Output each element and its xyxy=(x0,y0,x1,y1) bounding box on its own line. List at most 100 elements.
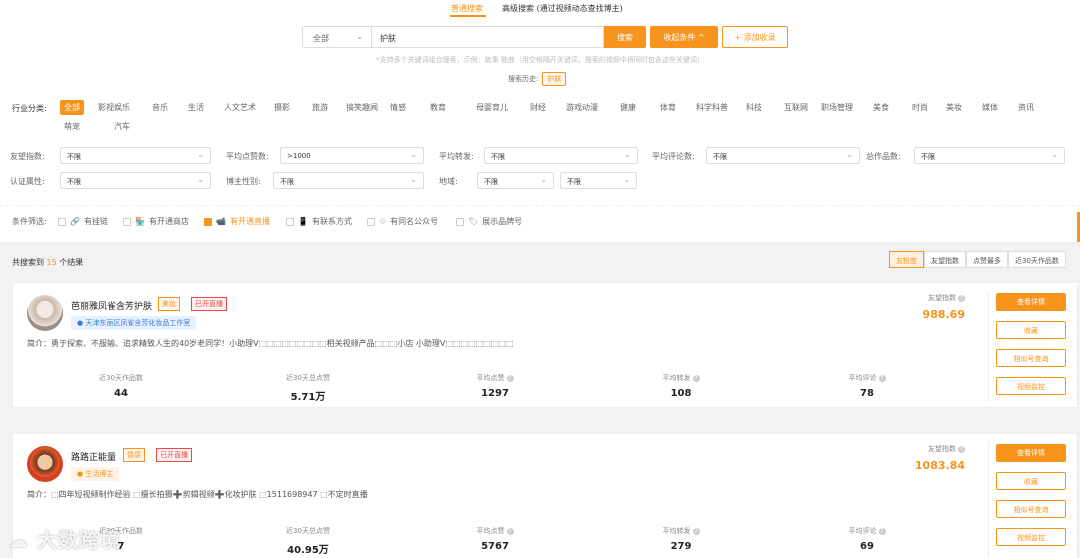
industry-item[interactable]: 音乐 xyxy=(148,100,172,115)
favorite-button[interactable]: 收藏 xyxy=(996,472,1066,490)
filter-select[interactable]: >1000 ⌄ xyxy=(280,147,424,164)
industry-item[interactable]: 母婴育儿 xyxy=(472,100,512,115)
filter-label: 认证属性: xyxy=(10,177,45,186)
condition-icon: 🏪 xyxy=(135,217,145,226)
filter-value: 不限 xyxy=(280,178,294,186)
condition-checkbox[interactable]: 📹 有开通直播 xyxy=(204,216,270,227)
filter-select[interactable]: 不限 ⌄ xyxy=(60,172,211,189)
industry-item[interactable]: 搞笑趣闻 xyxy=(342,100,382,115)
score-block: 友望指数? 988.69 xyxy=(923,293,965,321)
search-bar: 全部 ⌄ 护肤 搜索 收起条件 ^ + 添加收录 xyxy=(302,26,788,48)
checkbox-box[interactable] xyxy=(58,217,66,226)
chevron-down-icon: ⌄ xyxy=(846,150,853,159)
filter-label: 平均评论数: xyxy=(652,152,695,161)
similar-search-button[interactable]: 相似号查询 xyxy=(996,500,1066,518)
filter-label: 平均点赞数: xyxy=(226,152,269,161)
filter-select[interactable]: 不限 ⌄ xyxy=(477,172,554,189)
industry-item[interactable]: 情感 xyxy=(386,100,410,115)
stat-value: 78 xyxy=(860,388,874,399)
industry-item[interactable]: 全部 xyxy=(60,100,84,115)
category-tag: 美妆 xyxy=(158,297,180,311)
history-chip[interactable]: 护肤 xyxy=(542,72,567,86)
avatar[interactable] xyxy=(27,295,63,331)
tab-normal-search[interactable]: 普通搜索 xyxy=(451,3,483,14)
condition-icon: 📹 xyxy=(216,217,226,226)
industry-item[interactable]: 职场管理 xyxy=(817,100,857,115)
industry-item[interactable]: 互联网 xyxy=(780,100,812,115)
industry-item[interactable]: 科学科普 xyxy=(692,100,732,115)
industry-item[interactable]: 财经 xyxy=(526,100,550,115)
sort-tab[interactable]: 近30天作品数 xyxy=(1008,251,1066,268)
score-block: 友望指数? 1083.84 xyxy=(915,444,965,472)
checkbox-box[interactable] xyxy=(123,217,131,226)
stat-label-text: 近30天总点赞 xyxy=(286,374,330,382)
filter-select[interactable]: 不限 ⌄ xyxy=(60,147,211,164)
checkbox-box[interactable] xyxy=(204,217,212,226)
industry-item[interactable]: 体育 xyxy=(656,100,680,115)
help-icon: ? xyxy=(958,294,965,302)
condition-checkbox[interactable]: 🏷 展示品牌号 xyxy=(456,216,522,227)
industry-item[interactable]: 美妆 xyxy=(942,100,966,115)
checkbox-box[interactable] xyxy=(456,217,464,226)
stat-block: 平均点赞? 1297 xyxy=(415,373,575,399)
collapse-label: 收起条件 xyxy=(663,33,696,42)
influencer-name[interactable]: 路路正能量 xyxy=(71,450,116,463)
stat-label-text: 平均转发 xyxy=(662,374,691,382)
industry-item[interactable]: 教育 xyxy=(426,100,450,115)
video-monitor-button[interactable]: 视频监控 xyxy=(996,377,1066,395)
add-collection-button[interactable]: + 添加收录 xyxy=(722,26,788,48)
industry-item[interactable]: 健康 xyxy=(616,100,640,115)
filter-select[interactable]: 不限 ⌄ xyxy=(914,147,1065,164)
live-tag: 已开直播 xyxy=(156,448,192,462)
stat-label: 平均转发? xyxy=(601,373,761,383)
chevron-down-icon: ⌄ xyxy=(1051,150,1058,159)
industry-item[interactable]: 人文艺术 xyxy=(220,100,260,115)
condition-checkbox[interactable]: 🏪 有开通商店 xyxy=(123,216,189,227)
checkbox-box[interactable] xyxy=(367,217,375,226)
category-tag: 情感 xyxy=(123,448,145,462)
similar-search-button[interactable]: 相似号查询 xyxy=(996,349,1066,367)
page-root: 普通搜索 高级搜索 (通过视频动态查找博主) 全部 ⌄ 护肤 搜索 收起条件 ^ … xyxy=(0,0,1080,558)
industry-item[interactable]: 萌宠 xyxy=(60,119,84,134)
filter-select[interactable]: 不限 ⌄ xyxy=(484,147,638,164)
industry-item[interactable]: 汽车 xyxy=(110,119,134,134)
tab-advanced-search[interactable]: 高级搜索 (通过视频动态查找博主) xyxy=(502,3,623,14)
industry-item[interactable]: 游戏动漫 xyxy=(562,100,602,115)
score-value: 988.69 xyxy=(922,308,965,321)
search-history: 搜索历史: 护肤 xyxy=(508,72,567,86)
industry-item[interactable]: 生活 xyxy=(184,100,208,115)
influencer-name[interactable]: 芭丽雅凤雀含芳护肤 xyxy=(71,299,152,312)
search-input[interactable]: 护肤 xyxy=(372,26,604,48)
condition-checkbox[interactable]: 📱 有联系方式 xyxy=(286,216,352,227)
industry-item[interactable]: 旅游 xyxy=(308,100,332,115)
scope-select[interactable]: 全部 ⌄ xyxy=(302,26,372,48)
help-icon: ? xyxy=(878,374,886,382)
filter-select[interactable]: 不限 ⌄ xyxy=(273,172,424,189)
search-button[interactable]: 搜索 xyxy=(604,26,646,48)
stat-label: 平均点赞? xyxy=(415,373,575,383)
view-details-button[interactable]: 查看详情 xyxy=(996,444,1066,462)
video-monitor-button[interactable]: 视频监控 xyxy=(996,528,1066,546)
collapse-conditions-button[interactable]: 收起条件 ^ xyxy=(650,26,718,48)
condition-checkbox[interactable]: 🔗 有挂链 xyxy=(58,216,108,227)
sort-tab[interactable]: 友望指数 xyxy=(924,251,966,268)
industry-item[interactable]: 时尚 xyxy=(908,100,932,115)
chevron-down-icon: ⌄ xyxy=(624,150,631,159)
industry-item[interactable]: 资讯 xyxy=(1014,100,1038,115)
industry-item[interactable]: 摄影 xyxy=(270,100,294,115)
filter-select[interactable]: 不限 ⌄ xyxy=(706,147,860,164)
sort-tab[interactable]: 友粉度 xyxy=(889,251,924,268)
industry-item[interactable]: 科技 xyxy=(742,100,766,115)
favorite-button[interactable]: 收藏 xyxy=(996,321,1066,339)
condition-checkbox[interactable]: ♲ 有同名公众号 xyxy=(367,216,438,227)
avatar[interactable] xyxy=(27,446,63,482)
industry-item[interactable]: 影视娱乐 xyxy=(94,100,134,115)
filter-value: 不限 xyxy=(713,153,727,161)
sort-tab[interactable]: 点赞最多 xyxy=(966,251,1008,268)
filter-select-2[interactable]: 不限 ⌄ xyxy=(560,172,637,189)
checkbox-box[interactable] xyxy=(286,217,294,226)
view-details-button[interactable]: 查看详情 xyxy=(996,293,1066,311)
industry-item[interactable]: 美食 xyxy=(869,100,893,115)
stat-label: 平均转发? xyxy=(601,526,761,536)
industry-item[interactable]: 媒体 xyxy=(978,100,1002,115)
